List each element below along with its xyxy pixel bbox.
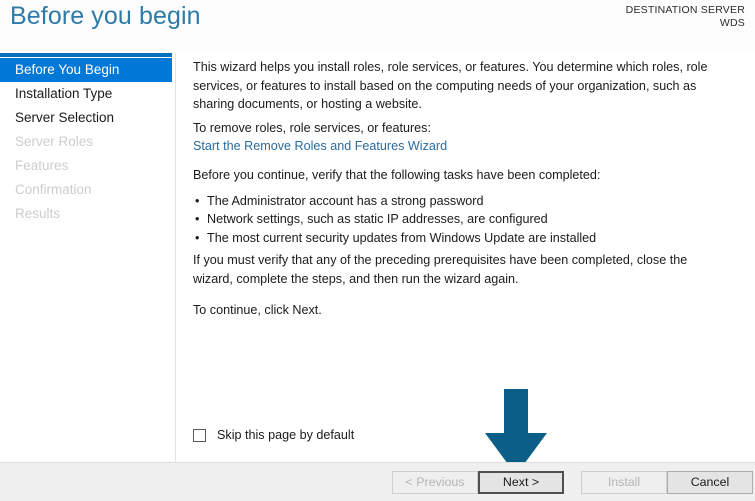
bullet-icon: •: [195, 194, 200, 208]
cancel-button[interactable]: Cancel: [667, 471, 753, 494]
sidebar-item-confirmation: Confirmation: [15, 182, 92, 197]
sidebar-item-server-selection[interactable]: Server Selection: [0, 106, 172, 130]
sidebar-item-server-roles: Server Roles: [15, 134, 94, 149]
prerequisite-note-paragraph: If you must verify that any of the prece…: [193, 253, 688, 286]
sidebar-item-installation-type[interactable]: Installation Type: [0, 82, 172, 106]
sidebar-item-features: Features: [15, 158, 69, 173]
wizard-content: This wizard helps you install roles, rol…: [177, 53, 755, 462]
list-item: • Network settings, such as static IP add…: [193, 210, 738, 228]
install-button: Install: [581, 471, 667, 494]
skip-this-page-row[interactable]: Skip this page by default: [193, 428, 354, 442]
wizard-step-list: Before You Begin Installation Type Serve…: [0, 58, 172, 226]
list-item: • The most current security updates from …: [193, 229, 738, 247]
intro-paragraph: This wizard helps you install roles, rol…: [193, 60, 708, 111]
prerequisite-list: • The Administrator account has a strong …: [193, 192, 738, 247]
list-item-label: Network settings, such as static IP addr…: [207, 212, 548, 227]
sidebar-accent-bar: [0, 53, 172, 57]
verify-tasks-label: Before you continue, verify that the fol…: [193, 168, 601, 182]
destination-server-label: DESTINATION SERVER: [625, 4, 745, 16]
wizard-sidebar: Before You Begin Installation Type Serve…: [0, 53, 176, 462]
sidebar-item-results: Results: [15, 206, 61, 221]
bullet-icon: •: [195, 212, 200, 227]
previous-button: < Previous: [392, 471, 478, 494]
remove-instruction-label: To remove roles, role services, or featu…: [193, 121, 431, 135]
wizard-footer: < Previous Next > Install Cancel: [0, 462, 755, 501]
bullet-icon: •: [195, 230, 200, 245]
skip-this-page-label: Skip this page by default: [217, 428, 355, 442]
list-item-label: The most current security updates from W…: [207, 230, 597, 245]
list-item: • The Administrator account has a strong …: [193, 192, 738, 210]
wizard-header: Before you begin DESTINATION SERVER WDS: [0, 0, 755, 52]
continue-paragraph: To continue, click Next.: [193, 303, 322, 317]
next-button[interactable]: Next >: [478, 471, 564, 494]
destination-server-block: DESTINATION SERVER WDS: [626, 4, 745, 30]
list-item-label: The Administrator account has a strong p…: [207, 194, 484, 208]
page-title: Before you begin: [10, 2, 201, 30]
remove-roles-and-features-wizard-link[interactable]: Start the Remove Roles and Features Wiza…: [193, 137, 447, 156]
destination-server-value: WDS: [719, 17, 745, 29]
sidebar-item-before-you-begin[interactable]: Before You Begin: [0, 58, 172, 82]
skip-this-page-checkbox[interactable]: [193, 428, 206, 442]
